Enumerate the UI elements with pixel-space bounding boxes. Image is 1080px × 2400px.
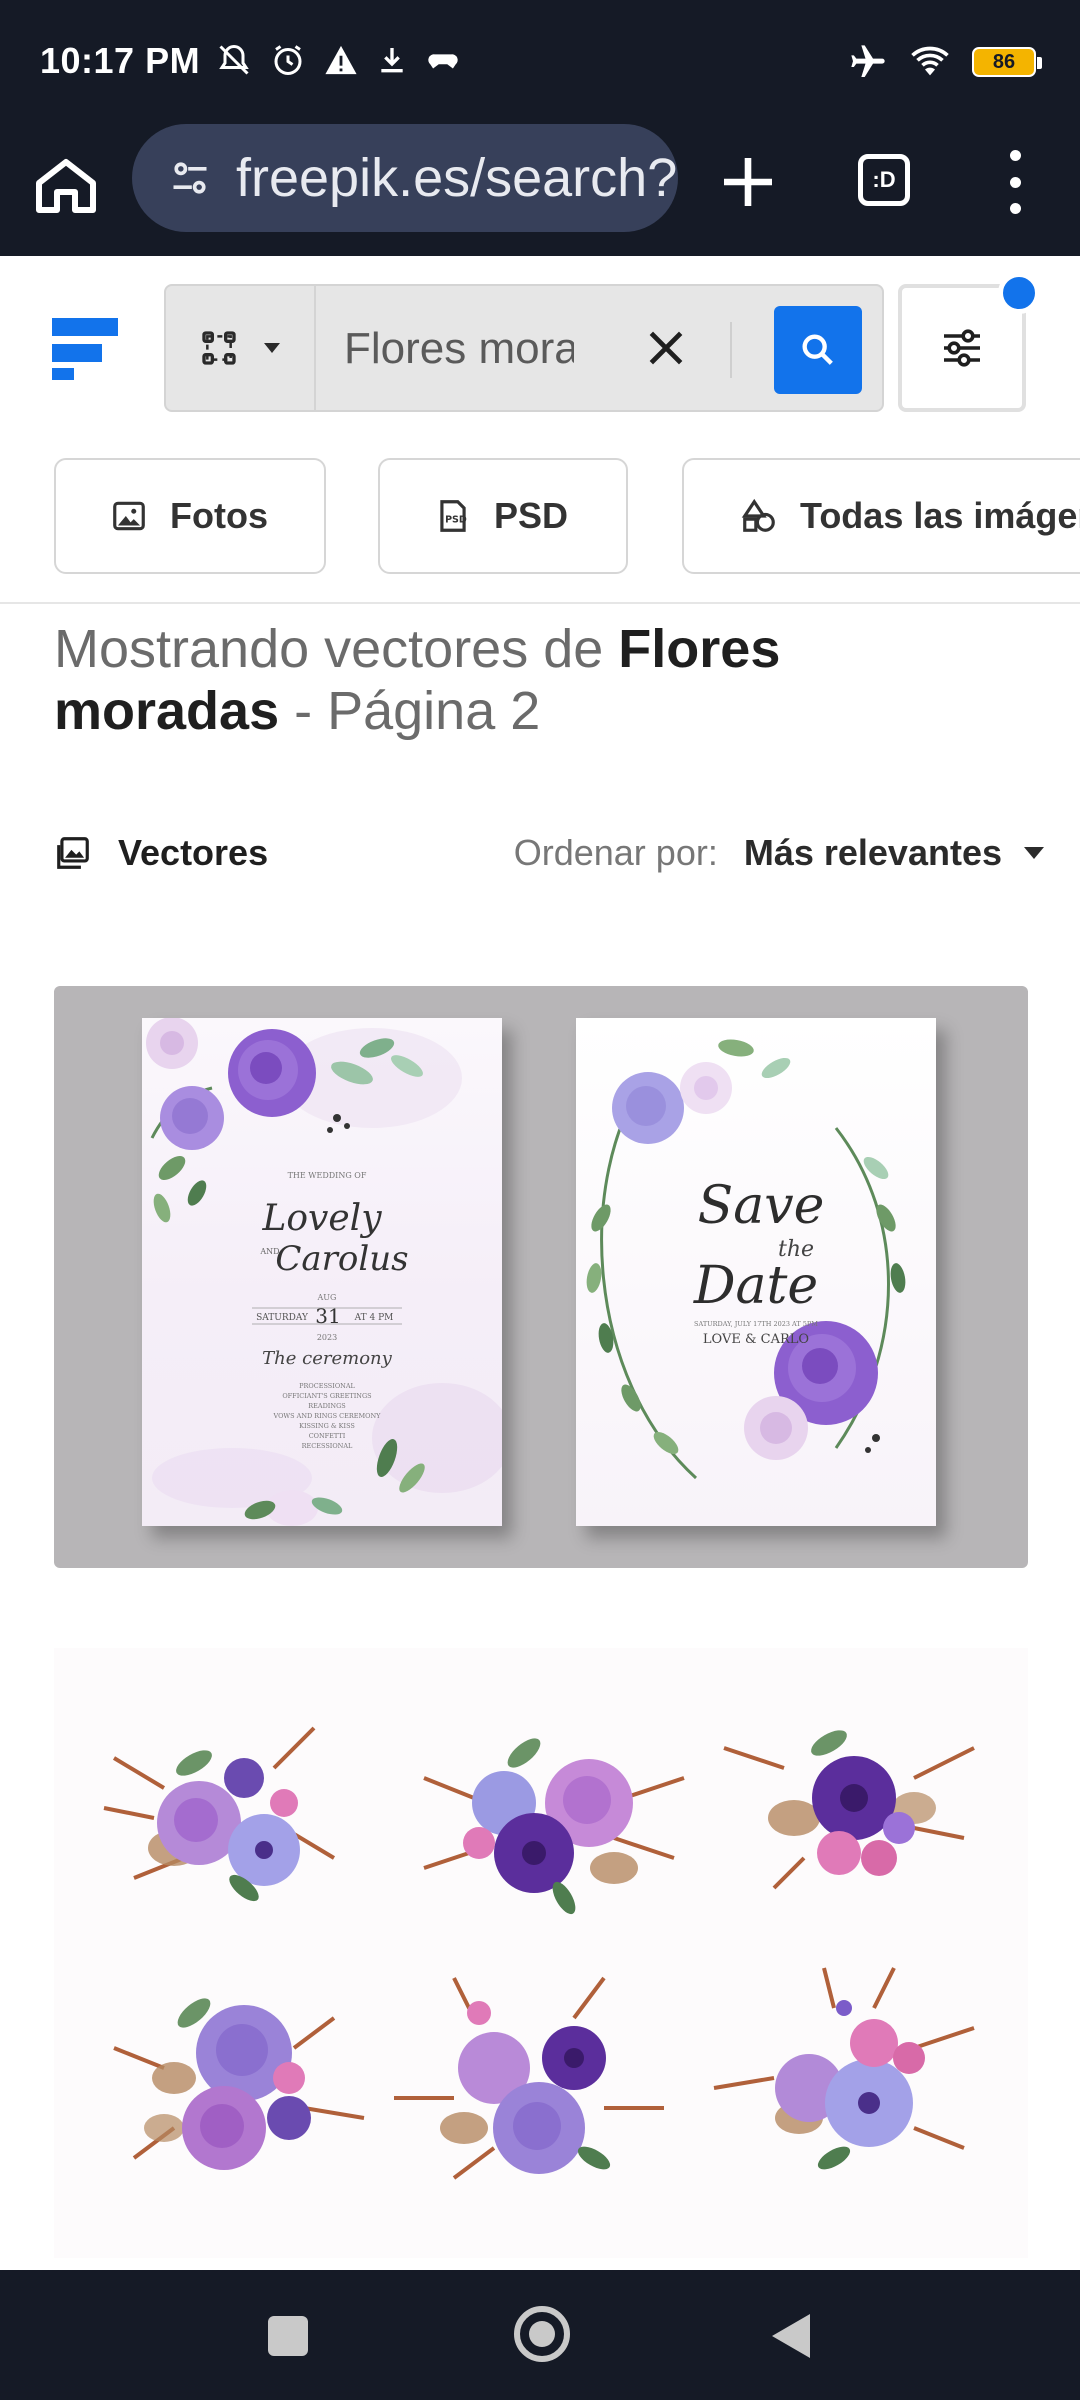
site-settings-icon[interactable] <box>168 156 212 200</box>
svg-text:PSD: PSD <box>445 514 467 525</box>
home-button[interactable] <box>514 2306 570 2362</box>
svg-text:AT 4 PM: AT 4 PM <box>354 1313 394 1323</box>
category-label: PSD <box>494 495 569 536</box>
game-controller-icon <box>428 54 458 69</box>
clear-search-icon[interactable] <box>644 326 688 370</box>
mute-icon <box>219 44 249 75</box>
bouquet-icon <box>103 1726 336 1902</box>
status-system-icons: 86 <box>848 42 1042 82</box>
sort-dropdown[interactable]: Ordenar por: Más relevantes <box>514 832 1044 874</box>
search-box: Flores moradas <box>164 284 884 412</box>
alarm-icon <box>274 45 302 75</box>
category-pills: Fotos PSD PSD Todas las imágenes <box>0 458 1080 578</box>
category-pill-psd[interactable]: PSD PSD <box>378 458 628 574</box>
heading-suffix: - Página 2 <box>279 681 541 741</box>
result-thumbnail-bouquets[interactable] <box>54 1648 1028 2258</box>
url-bar[interactable]: freepik.es/search? <box>132 124 678 232</box>
svg-text:READINGS: READINGS <box>308 1402 345 1410</box>
url-text: freepik.es/search? <box>236 148 678 208</box>
svg-text:2023: 2023 <box>317 1333 337 1342</box>
svg-text:Save: Save <box>698 1176 825 1236</box>
search-icon <box>802 334 833 365</box>
android-nav-bar <box>0 2270 1080 2400</box>
bouquet-icon <box>713 1967 975 2170</box>
category-pill-fotos[interactable]: Fotos <box>54 458 326 574</box>
tab-switcher-label: :D <box>872 167 896 192</box>
status-bar: 10:17 PM 86 <box>0 0 1080 124</box>
bouquet-icon <box>723 1730 975 1890</box>
svg-text:THE WEDDING OF: THE WEDDING OF <box>288 1171 367 1180</box>
svg-text:CONFETTI: CONFETTI <box>309 1432 346 1440</box>
svg-text:PROCESSIONAL: PROCESSIONAL <box>299 1382 355 1390</box>
svg-text:The ceremony: The ceremony <box>262 1348 392 1369</box>
site-header: Flores moradas <box>0 256 1080 440</box>
svg-text:RECESSIONAL: RECESSIONAL <box>302 1442 353 1450</box>
warning-icon <box>325 45 357 75</box>
asset-type-text: Vectores <box>118 832 269 873</box>
caret-down-icon <box>1024 847 1044 859</box>
freepik-logo-icon[interactable] <box>52 318 118 380</box>
heading-term: Flores <box>618 619 781 679</box>
battery-level: 86 <box>992 50 1016 73</box>
svg-text:KISSING & KISS: KISSING & KISS <box>299 1422 355 1430</box>
browser-menu-icon[interactable] <box>1000 150 1030 214</box>
browser-toolbar: freepik.es/search? :D <box>0 124 1080 256</box>
asset-type-label: Vectores <box>54 832 268 874</box>
svg-text:AUG: AUG <box>317 1293 337 1302</box>
search-button[interactable] <box>774 306 862 394</box>
sliders-icon <box>944 329 980 367</box>
search-type-dropdown[interactable] <box>166 286 316 410</box>
active-filter-badge <box>998 272 1040 314</box>
svg-text:VOWS AND RINGS CEREMONY: VOWS AND RINGS CEREMONY <box>273 1412 382 1420</box>
back-button[interactable] <box>772 2314 810 2358</box>
floral-decoration-icon: THE WEDDING OF Lovely AND Carolus AUG SA… <box>146 1018 502 1526</box>
recent-apps-button[interactable] <box>268 2316 308 2356</box>
new-tab-icon[interactable] <box>712 146 784 218</box>
svg-text:Lovely: Lovely <box>261 1198 382 1239</box>
search-input[interactable]: Flores moradas <box>344 324 574 374</box>
invitation-card: THE WEDDING OF Lovely AND Carolus AUG SA… <box>142 1018 502 1526</box>
result-thumbnail-wedding-cards[interactable]: THE WEDDING OF Lovely AND Carolus AUG SA… <box>54 986 1028 1568</box>
tab-switcher-button[interactable]: :D <box>858 154 910 206</box>
results-heading: Mostrando vectores de Flores moradas - Pá… <box>54 618 1054 742</box>
battery-icon: 86 <box>972 47 1042 77</box>
status-notification-icons <box>216 42 460 78</box>
heading-term-continued: moradas <box>54 681 280 741</box>
visual-search-icon <box>202 331 236 365</box>
svg-text:31: 31 <box>315 1304 340 1328</box>
svg-text:Date: Date <box>693 1256 818 1316</box>
heading-prefix: Mostrando vectores de <box>54 619 619 679</box>
psd-icon: PSD <box>440 500 467 532</box>
svg-text:Carolus: Carolus <box>275 1239 408 1279</box>
bouquet-icon <box>394 1976 664 2180</box>
search-divider <box>730 322 732 378</box>
vector-images-icon <box>57 837 89 869</box>
svg-text:SATURDAY, JULY 17TH 2023 AT 5P: SATURDAY, JULY 17TH 2023 AT 5PM <box>694 1320 818 1328</box>
svg-text:OFFICIANT'S GREETINGS: OFFICIANT'S GREETINGS <box>282 1392 371 1400</box>
home-icon[interactable] <box>30 150 102 222</box>
category-label: Fotos <box>170 495 268 536</box>
wifi-icon <box>911 46 949 76</box>
category-pill-all-images[interactable]: Todas las imágenes <box>682 458 1080 574</box>
chevron-down-icon <box>264 343 280 353</box>
image-icon <box>113 501 145 531</box>
svg-text:LOVE & CARLO: LOVE & CARLO <box>703 1332 809 1347</box>
shapes-icon <box>741 498 775 532</box>
divider <box>0 602 1080 604</box>
save-the-date-card: Save the Date SATURDAY, JULY 17TH 2023 A… <box>576 1018 936 1526</box>
sort-label: Ordenar por: <box>513 832 718 873</box>
download-icon <box>381 48 403 73</box>
airplane-mode-icon <box>851 45 885 77</box>
svg-text:SATURDAY: SATURDAY <box>256 1313 309 1323</box>
sort-value: Más relevantes <box>743 832 1002 873</box>
watercolor-bouquets-icon <box>103 1726 975 2180</box>
floral-wreath-icon: Save the Date SATURDAY, JULY 17TH 2023 A… <box>586 1039 906 1480</box>
filter-sort-row: Vectores Ordenar por: Más relevantes <box>54 828 1044 884</box>
bouquet-icon <box>423 1738 685 1915</box>
bouquet-icon <box>113 1998 365 2170</box>
category-label: Todas las imágenes <box>800 495 1080 536</box>
status-time: 10:17 PM <box>40 40 201 81</box>
